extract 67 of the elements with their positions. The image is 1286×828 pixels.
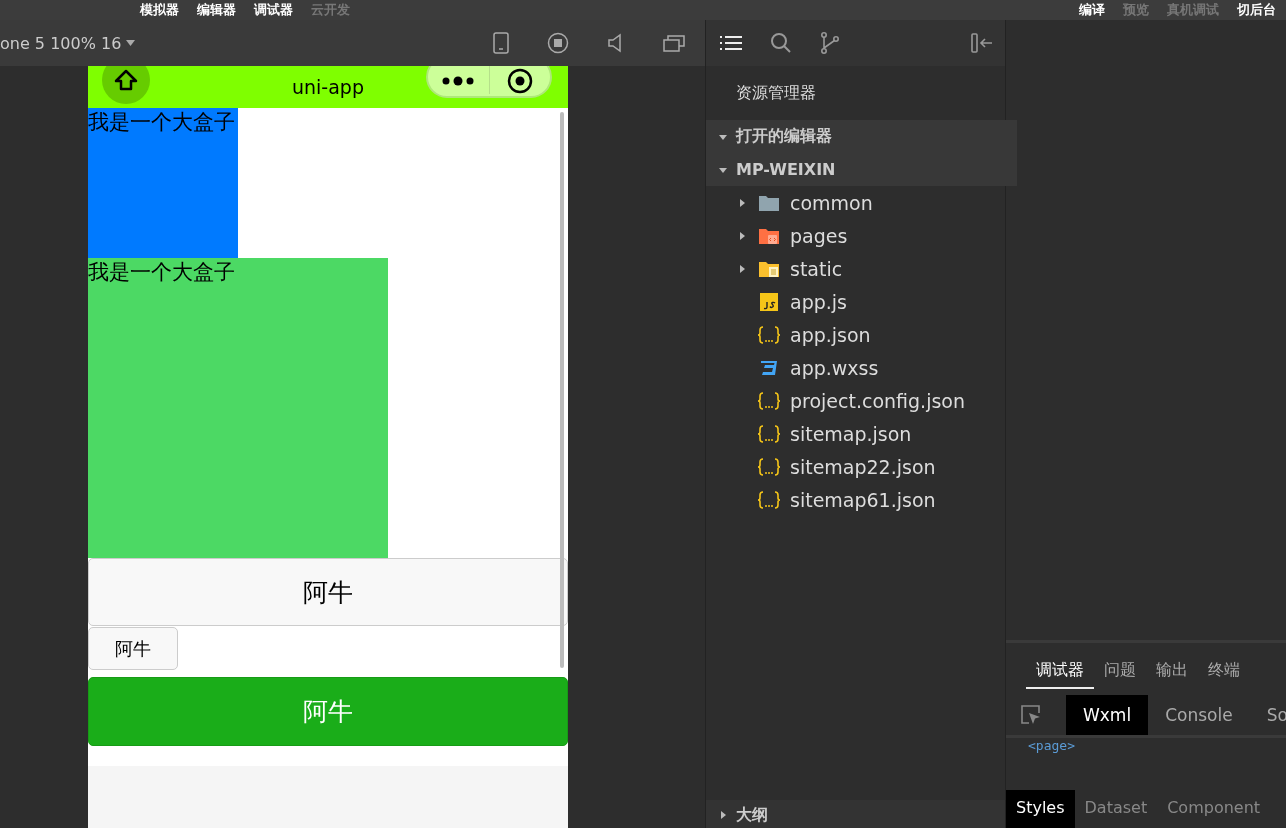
panel-title: 资源管理器	[736, 82, 816, 104]
triangle-icon[interactable]	[737, 263, 747, 274]
collapse-icon[interactable]	[971, 33, 993, 53]
section-header[interactable]: 打开的编辑器	[706, 120, 1017, 153]
js-file-icon	[760, 292, 778, 311]
section-label[interactable]: 大纲	[736, 804, 768, 826]
file-name[interactable]: pages	[790, 224, 848, 247]
inspect-icon[interactable]	[1020, 704, 1042, 726]
list-icon[interactable]	[720, 34, 742, 52]
target-icon[interactable]	[506, 68, 533, 94]
file-name[interactable]: app.wxss	[790, 356, 879, 379]
menu-item[interactable]: 编辑器	[197, 1, 236, 19]
menu-item[interactable]: 模拟器	[140, 1, 179, 19]
braces-icon	[757, 423, 781, 444]
triangle-icon[interactable]	[718, 810, 728, 820]
folder-icon	[758, 259, 780, 278]
panel-tab[interactable]: Styles	[1006, 790, 1075, 828]
caret-icon[interactable]	[126, 40, 136, 46]
folder-icon	[758, 193, 780, 212]
panel-tab[interactable]: So	[1249, 695, 1286, 735]
file-name[interactable]: static	[790, 257, 843, 280]
file-name[interactable]: project.config.json	[790, 389, 965, 412]
section-label[interactable]: 打开的编辑器	[736, 126, 832, 147]
file-name[interactable]: app.js	[790, 290, 847, 313]
stop-icon[interactable]	[547, 32, 569, 54]
folder-icon	[758, 226, 780, 245]
panel-tab[interactable]: Wxml	[1066, 695, 1149, 735]
search-icon[interactable]	[770, 32, 792, 54]
capsule-menu[interactable]	[426, 66, 552, 98]
app-button[interactable]: 阿牛	[88, 558, 568, 626]
panel-tab[interactable]: Component	[1157, 790, 1271, 828]
nav-title: uni-app	[292, 76, 364, 98]
braces-icon	[757, 324, 781, 345]
home-icon	[114, 69, 138, 91]
section-header[interactable]: MP-WEIXIN	[706, 153, 1017, 186]
windows-icon[interactable]	[663, 34, 685, 52]
braces-icon	[757, 456, 781, 477]
css-file-icon	[759, 358, 779, 377]
file-name[interactable]: sitemap61.json	[790, 488, 936, 511]
panel-tab[interactable]: 终端	[1198, 660, 1250, 689]
device-selector[interactable]: one 5 100% 16	[0, 33, 122, 53]
panel-tab[interactable]: 输出	[1146, 660, 1198, 689]
app-button[interactable]: 阿牛	[88, 627, 178, 670]
menu-item[interactable]: 调试器	[254, 1, 293, 19]
file-name[interactable]: common	[790, 191, 873, 214]
panel-tab[interactable]: Dataset	[1074, 790, 1158, 828]
file-name[interactable]: sitemap22.json	[790, 455, 936, 478]
outline-header[interactable]: 大纲	[706, 800, 1005, 828]
panel-tab[interactable]: Console	[1148, 695, 1250, 735]
phone-icon[interactable]	[493, 32, 509, 54]
triangle-icon[interactable]	[737, 230, 747, 241]
file-name[interactable]: app.json	[790, 323, 871, 346]
toolbar-item[interactable]: 切后台	[1237, 1, 1276, 19]
colored-box: 我是一个大盒子	[88, 258, 388, 558]
braces-icon	[757, 390, 781, 411]
triangle-icon[interactable]	[737, 197, 747, 208]
markup-text: <page>	[1028, 738, 1075, 753]
toolbar-item[interactable]: 编译	[1079, 1, 1105, 19]
branch-icon[interactable]	[820, 32, 840, 54]
panel-tab[interactable]: 调试器	[1026, 660, 1094, 689]
colored-box: 我是一个大盒子	[88, 108, 238, 258]
more-icon[interactable]	[442, 76, 475, 86]
file-name[interactable]: sitemap.json	[790, 422, 912, 445]
home-button[interactable]	[102, 66, 150, 104]
section-label[interactable]: MP-WEIXIN	[736, 160, 836, 179]
braces-icon	[757, 489, 781, 510]
panel-tab[interactable]: 问题	[1094, 660, 1146, 689]
